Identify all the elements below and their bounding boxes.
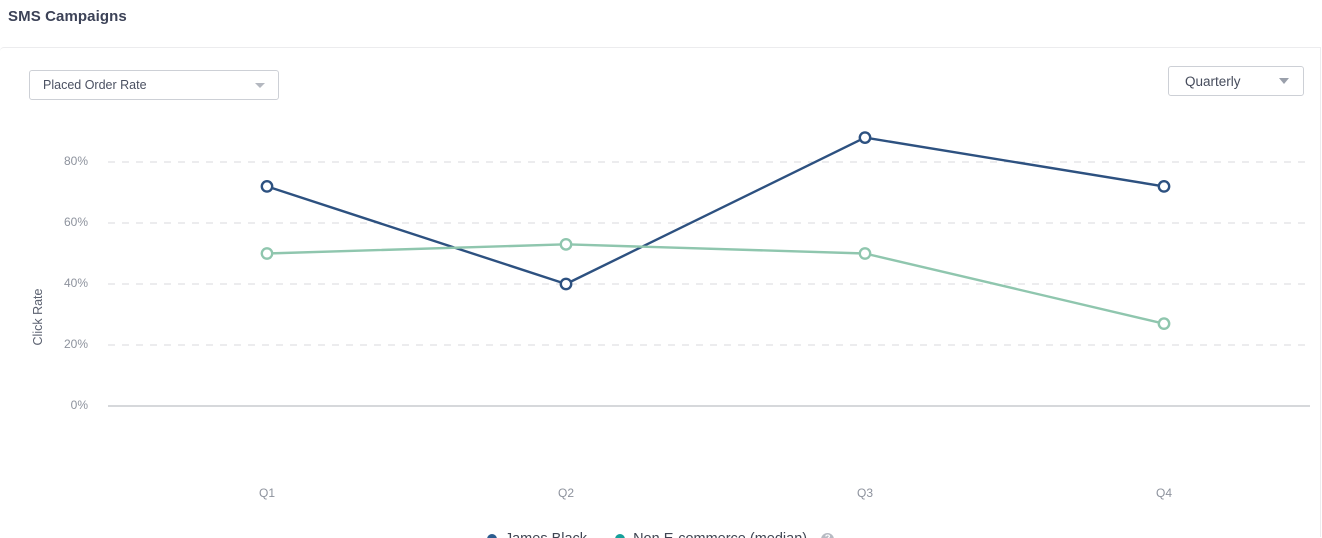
period-select[interactable]: Quarterly xyxy=(1168,66,1304,96)
line-chart: Click Rate 0% 20% 40% 60% 80% Q1 Q2 Q3 Q4 xyxy=(0,120,1321,538)
page-title: SMS Campaigns xyxy=(8,8,127,25)
sms-campaigns-report-page: SMS Campaigns Placed Order Rate Quarterl… xyxy=(0,0,1322,538)
series-line xyxy=(265,136,1166,286)
legend-label: James Black xyxy=(505,531,587,538)
data-point-marker[interactable] xyxy=(260,247,274,260)
data-point-marker[interactable] xyxy=(559,237,573,251)
period-select-value: Quarterly xyxy=(1185,73,1241,89)
chart-plot-area xyxy=(108,131,1310,407)
legend-color-dot xyxy=(486,534,497,538)
data-point-marker[interactable] xyxy=(858,247,872,260)
data-point-marker[interactable] xyxy=(858,131,872,145)
legend-item[interactable]: Non E-commerce (median)? xyxy=(615,531,835,538)
chevron-down-icon xyxy=(255,82,265,88)
legend-label: Non E-commerce (median) xyxy=(633,531,807,538)
legend-item[interactable]: James Black xyxy=(486,531,587,538)
chart-toolbar: Placed Order Rate Quarterly xyxy=(0,48,1320,120)
data-point-marker[interactable] xyxy=(1157,180,1171,193)
data-point-marker[interactable] xyxy=(260,180,274,193)
metric-select[interactable]: Placed Order Rate xyxy=(29,70,279,100)
legend-color-dot xyxy=(615,534,626,538)
help-icon[interactable]: ? xyxy=(821,532,835,538)
data-point-marker[interactable] xyxy=(1157,317,1171,331)
chart-legend: James Black Non E-commerce (median)? xyxy=(0,531,1321,538)
data-point-marker[interactable] xyxy=(559,277,573,291)
chevron-down-icon xyxy=(1279,78,1289,84)
chart-card: Placed Order Rate Quarterly Click Rate 0… xyxy=(0,47,1321,538)
metric-select-value: Placed Order Rate xyxy=(43,78,147,92)
